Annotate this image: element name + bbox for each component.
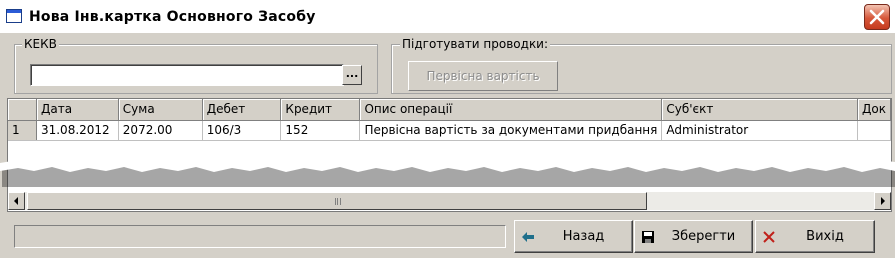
dialog-window: Нова Інв.картка Основного Засобу КЕКВ ..… <box>0 0 895 258</box>
cell-amount[interactable]: 2072.00 <box>118 120 203 141</box>
back-button[interactable]: Назад <box>514 220 633 253</box>
kekv-input[interactable] <box>30 64 344 86</box>
window-title: Нова Інв.картка Основного Засобу <box>29 9 316 25</box>
floppy-disk-icon <box>642 231 654 243</box>
column-header-description[interactable]: Опис операції <box>359 99 663 121</box>
status-field <box>14 225 506 248</box>
back-button-label: Назад <box>562 229 605 244</box>
column-header-date[interactable]: Дата <box>36 99 119 121</box>
kekv-browse-button[interactable]: ... <box>342 65 362 85</box>
cell-document[interactable] <box>857 120 891 141</box>
exit-button[interactable]: Вихід <box>755 220 875 253</box>
close-button[interactable] <box>864 4 890 30</box>
kekv-group: КЕКВ ... <box>14 37 378 94</box>
table-row[interactable]: 1 31.08.2012 2072.00 106/3 152 Первісна … <box>8 120 891 141</box>
scroll-left-button[interactable] <box>8 192 25 210</box>
arrow-left-small-icon <box>14 197 18 205</box>
window-icon <box>6 9 22 23</box>
postings-label: Підготувати проводки: <box>400 37 551 51</box>
horizontal-scrollbar[interactable] <box>8 192 891 210</box>
save-button[interactable]: Зберегти <box>634 220 753 253</box>
arrow-left-icon <box>522 232 534 242</box>
arrow-right-small-icon <box>881 197 885 205</box>
exit-button-label: Вихід <box>806 229 844 244</box>
torn-edge <box>0 159 895 187</box>
grid-header: Дата Сума Дебет Кредит Опис операції Суб… <box>8 99 891 121</box>
cell-credit[interactable]: 152 <box>280 120 361 141</box>
column-header-document[interactable]: Док <box>857 99 891 121</box>
initial-cost-button[interactable]: Первісна вартість <box>408 61 558 91</box>
close-x-icon <box>869 9 885 25</box>
column-header-subject[interactable]: Суб'єкт <box>661 99 858 121</box>
cell-subject[interactable]: Administrator <box>661 120 858 141</box>
column-header-amount[interactable]: Сума <box>118 99 203 121</box>
column-header-debit[interactable]: Дебет <box>202 99 282 121</box>
postings-group: Підготувати проводки: Первісна вартість <box>391 37 892 94</box>
row-number: 1 <box>8 120 37 141</box>
save-button-label: Зберегти <box>671 229 736 244</box>
grip-icon <box>335 198 341 205</box>
red-x-icon <box>763 231 775 243</box>
cell-date[interactable]: 31.08.2012 <box>36 120 119 141</box>
scroll-thumb[interactable] <box>27 192 647 210</box>
scroll-right-button[interactable] <box>874 192 891 210</box>
column-header-credit[interactable]: Кредит <box>280 99 361 121</box>
cell-description[interactable]: Первісна вартість за документами придбан… <box>359 120 663 141</box>
column-header-indicator <box>8 99 37 121</box>
kekv-label: КЕКВ <box>22 37 59 51</box>
title-bar: Нова Інв.картка Основного Засобу <box>0 0 895 34</box>
cell-debit[interactable]: 106/3 <box>202 120 282 141</box>
